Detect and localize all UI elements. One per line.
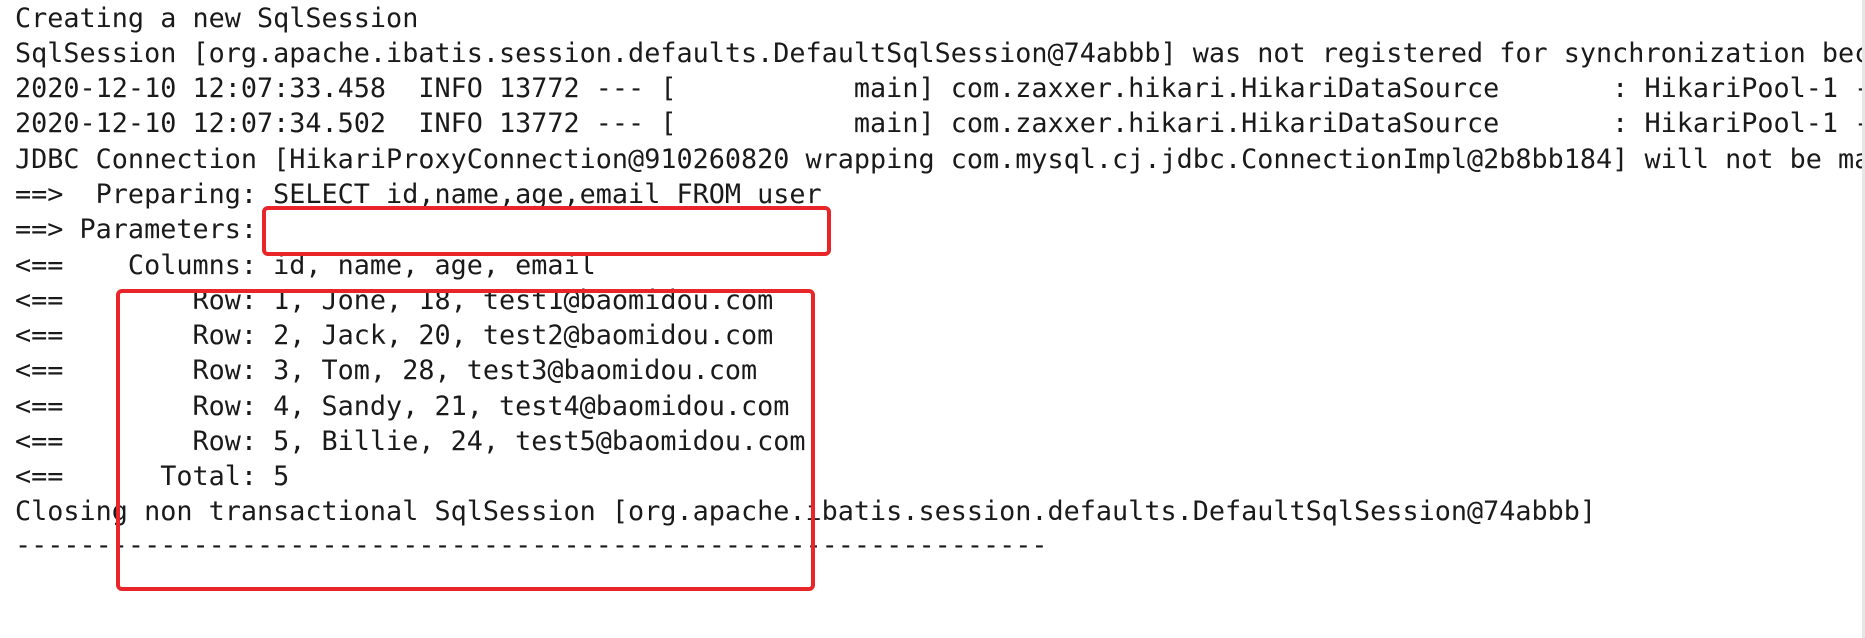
console-line-result-row: <== Row: 5, Billie, 24, test5@baomidou.c…: [15, 426, 806, 457]
console-line: 2020-12-10 12:07:33.458 INFO 13772 --- […: [15, 73, 1865, 104]
sql-statement-highlight-box: [262, 206, 831, 256]
console-line-result-row: <== Row: 1, Jone, 18, test1@baomidou.com: [15, 285, 774, 316]
console-line-result-row: <== Row: 4, Sandy, 21, test4@baomidou.co…: [15, 391, 790, 422]
console-line-sql-preparing: ==> Preparing: SELECT id,name,age,email …: [15, 179, 822, 210]
console-line: 2020-12-10 12:07:34.502 INFO 13772 --- […: [15, 108, 1865, 139]
console-line: SqlSession [org.apache.ibatis.session.de…: [15, 38, 1865, 69]
console-line-sql-parameters: ==> Parameters:: [15, 214, 274, 245]
console-output: Creating a new SqlSession SqlSession [or…: [0, 0, 1865, 638]
console-line: Closing non transactional SqlSession [or…: [15, 496, 1597, 527]
console-line: JDBC Connection [HikariProxyConnection@9…: [15, 144, 1865, 175]
console-line: Creating a new SqlSession: [15, 3, 419, 34]
console-line-result-total: <== Total: 5: [15, 461, 290, 492]
console-line-result-row: <== Row: 2, Jack, 20, test2@baomidou.com: [15, 320, 774, 351]
console-line-cut-off: ----------------------------------------…: [15, 530, 1048, 561]
console-line-result-columns: <== Columns: id, name, age, email: [15, 250, 596, 281]
console-line-result-row: <== Row: 3, Tom, 28, test3@baomidou.com: [15, 355, 758, 386]
